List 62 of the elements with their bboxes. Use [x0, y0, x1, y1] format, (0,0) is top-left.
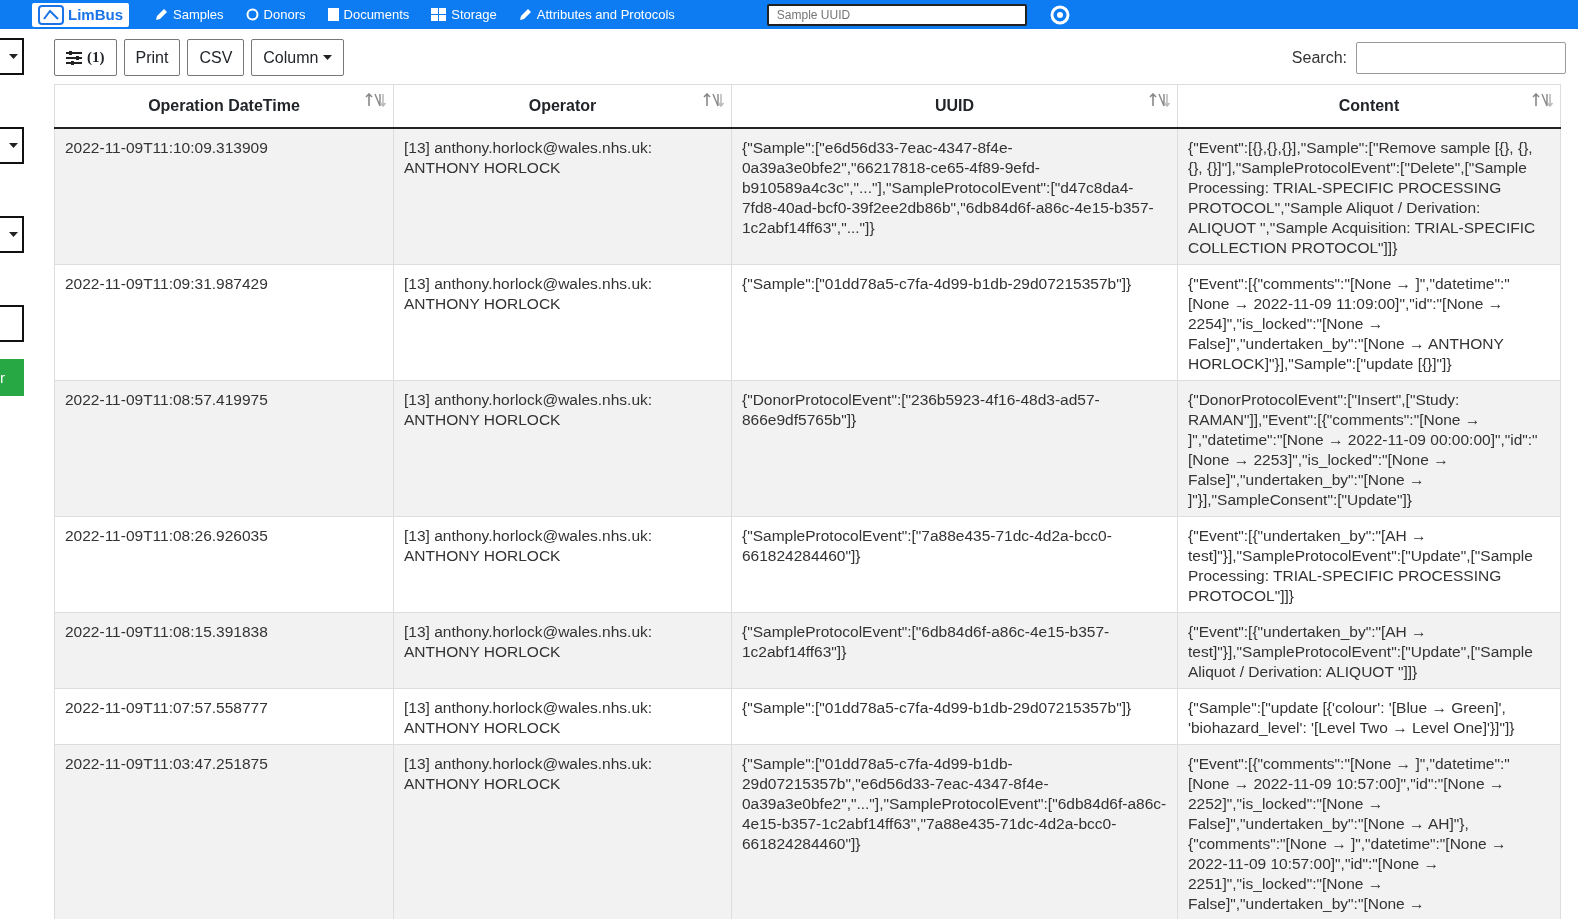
- logo[interactable]: LimBus: [32, 2, 129, 27]
- logo-icon: [38, 4, 64, 25]
- sort-icon[interactable]: [1532, 93, 1554, 107]
- nav-link[interactable]: Samples: [155, 7, 224, 22]
- caret-icon: [9, 143, 18, 148]
- table-cell: [13] anthony.horlock@wales.nhs.uk: ANTHONY HORLOCK: [393, 128, 732, 265]
- table-cell: {"Sample":["update [{'colour': '[Blue → Green]', 'biohazard_level': '[Level Two → Level One]'}]"]}: [1177, 688, 1561, 745]
- circle-icon: [245, 8, 259, 21]
- table-cell: {"SampleProtocolEvent":["7a88e435-71dc-4d2a-bcc0-661824284460"]}: [731, 516, 1178, 613]
- input-field[interactable]: [0, 305, 24, 342]
- logo-text: LimBus: [68, 6, 123, 23]
- dropdown[interactable]: [0, 38, 24, 75]
- table-cell: {"Event":[{"comments":"[None → ]","datetime":"[None → 2022-11-09 11:09:00]","id":"[None → 2254]","is_locked":"[None → False]","undertaken_by":"[None → ANTHONY HORLOCK]"}],"Sample":["update [{}]"]}: [1177, 264, 1561, 381]
- table-cell: 2022-11-09T11:03:47.251875: [54, 744, 394, 919]
- sort-icon[interactable]: [1149, 93, 1171, 107]
- column-menu-button[interactable]: Column: [251, 39, 345, 76]
- table-cell: {"Event":[{"undertaken_by":"[AH → test]"}],"SampleProtocolEvent":["Update",["Sample Aliquot / Derivation: ALIQUOT "]]}: [1177, 612, 1561, 689]
- table-cell: {"Event":[{"comments":"[None → ]","datetime":"[None → 2022-11-09 10:57:00]","id":"[None → 2252]","is_locked":"[None → False]","undertaken_by":"[None → AH]"},{"comments":"[None → ]","datetime":"[None → 2022-11-09 10:57:00]","id":"[None → 2251]","is_locked":"[None → False]","undertaken_by":"[None →: [1177, 744, 1561, 919]
- nav-link[interactable]: Attributes and Protocols: [518, 7, 675, 22]
- table-cell: [13] anthony.horlock@wales.nhs.uk: ANTHONY HORLOCK: [393, 264, 732, 381]
- nav-link[interactable]: Donors: [245, 7, 306, 22]
- table-cell: [13] anthony.horlock@wales.nhs.uk: ANTHONY HORLOCK: [393, 688, 732, 745]
- table-cell: {"DonorProtocolEvent":["Insert",["Study: RAMAN"]],"Event":[{"comments":"[None → ]","datetime":"[None → 2022-11-09 00:00:00]","id":"[None → 2253]","is_locked":"[None → False]","undertaken_by":"[None → ]"}],"SampleConsent":["Update"]}: [1177, 380, 1561, 517]
- table-cell: [13] anthony.horlock@wales.nhs.uk: ANTHONY HORLOCK: [393, 380, 732, 517]
- table-cell: {"Event":[{},{},{}],"Sample":["Remove sample [{}, {}, {}, {}]"],"SampleProtocolEvent":["Delete",["Sample Processing: TRIAL-SPECIFIC PROCESSING PROTOCOL","Sample Aliquot / Derivation: ALIQUOT ","Sample Acquisition: TRIAL-SPECIFIC COLLECTION PROTOCOL"]]}: [1177, 128, 1561, 265]
- table-cell: 2022-11-09T11:10:09.313909: [54, 128, 394, 265]
- sort-icon[interactable]: [703, 93, 725, 107]
- search-label: Search:: [1291, 48, 1347, 67]
- caret-icon: [323, 55, 333, 60]
- table-cell: 2022-11-09T11:07:57.558777: [54, 688, 394, 745]
- refresh-icon[interactable]: [1048, 3, 1071, 26]
- sliders-icon: [66, 50, 82, 65]
- table-cell: [13] anthony.horlock@wales.nhs.uk: ANTHONY HORLOCK: [393, 744, 732, 919]
- table-cell: [13] anthony.horlock@wales.nhs.uk: ANTHONY HORLOCK: [393, 612, 732, 689]
- nav-link[interactable]: Storage: [431, 7, 497, 22]
- table-cell: [13] anthony.horlock@wales.nhs.uk: ANTHONY HORLOCK: [393, 516, 732, 613]
- table-cell: 2022-11-09T11:08:26.926035: [54, 516, 394, 613]
- caret-icon: [9, 232, 18, 237]
- nav-link[interactable]: Documents: [327, 7, 410, 22]
- table-cell: {"Event":[{"undertaken_by":"[AH → test]"}],"SampleProtocolEvent":["Update",["Sample Processing: TRIAL-SPECIFIC PROCESSING PROTOCOL"]]}: [1177, 516, 1561, 613]
- search-field[interactable]: Sample UUID: [766, 3, 1027, 26]
- search-field[interactable]: [1356, 41, 1566, 74]
- table-cell: {"Sample":["01dd78a5-c7fa-4d99-b1db-29d07215357b"]}: [731, 688, 1178, 745]
- table-cell: {"DonorProtocolEvent":["236b5923-4f16-48d3-ad57-866e9df5765b"]}: [731, 380, 1178, 517]
- table-cell: {"SampleProtocolEvent":["6db84d6f-a86c-4e15-b357-1c2abf14ff63"]}: [731, 612, 1178, 689]
- table-cell: 2022-11-09T11:08:57.419975: [54, 380, 394, 517]
- caret-icon: [9, 54, 18, 59]
- export-button[interactable]: Print: [123, 39, 181, 76]
- sort-icon[interactable]: [365, 93, 387, 107]
- dropdown[interactable]: [0, 216, 24, 253]
- pen-icon: [518, 8, 532, 21]
- dropdown[interactable]: [0, 127, 24, 164]
- table-cell: {"Sample":["e6d56d33-7eac-4347-8f4e-0a39a3e0bfe2","66217818-ce65-4f89-9efd-b910589a4c3c","..."],"SampleProtocolEvent":["d47c8da4-7fd8-40ad-bcf0-39f2ee2db86b","6db84d6f-a86c-4e15-b357-1c2abf14ff63","..."]}: [731, 128, 1178, 265]
- pen-icon: [155, 8, 168, 21]
- table-cell: {"Sample":["01dd78a5-c7fa-4d99-b1db-29d07215357b"]}: [731, 264, 1178, 381]
- table-cell: {"Sample":["01dd78a5-c7fa-4d99-b1db-29d07215357b","e6d56d33-7eac-4347-8f4e-0a39a3e0bfe2","..."],"SampleProtocolEvent":["6db84d6f-a86c-4e15-b357-1c2abf14ff63","7a88e435-71dc-4d2a-bcc0-661824284460"]}: [731, 744, 1178, 919]
- grid-icon: [431, 8, 447, 21]
- table-cell: 2022-11-09T11:09:31.987429: [54, 264, 394, 381]
- file-icon: [327, 8, 339, 21]
- export-button[interactable]: CSV: [187, 39, 245, 76]
- filter-button[interactable]: (1): [54, 39, 117, 76]
- table-cell: 2022-11-09T11:08:15.391838: [54, 612, 394, 689]
